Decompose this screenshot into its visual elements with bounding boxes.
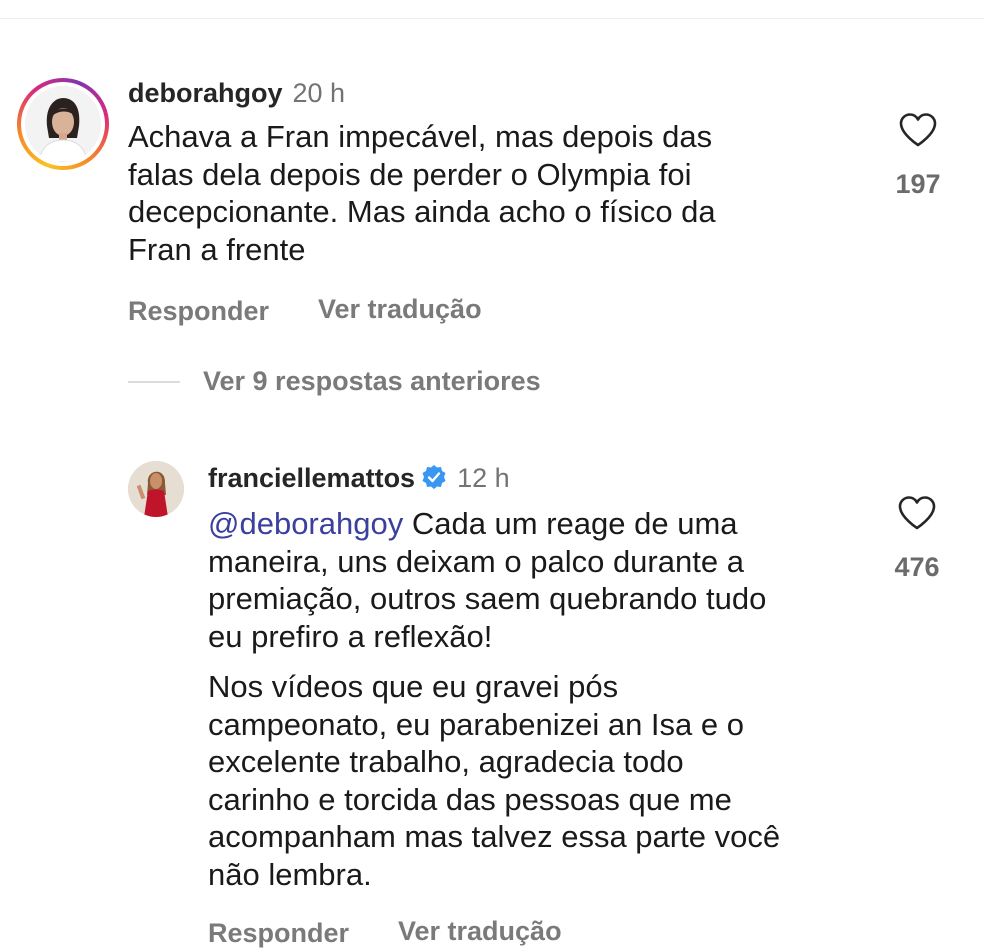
avatar-woman-red-dress-icon [128, 461, 184, 517]
comment-line: falas dela depois de perder o Olympia fo… [128, 156, 692, 192]
like-count: 476 [894, 552, 940, 582]
top-divider [0, 18, 984, 19]
translate-button[interactable]: Ver tradução [318, 294, 482, 325]
reply-line: acompanham mas talvez essa parte você [208, 819, 781, 854]
comment-time: 20 h [292, 78, 346, 108]
reply-line: carinho e torcida das pessoas que me [208, 781, 732, 817]
reply-username[interactable]: franciellemattos 12 h [208, 462, 510, 494]
reply-line: excelente trabalho, agradecia todo [208, 744, 684, 779]
username-text[interactable]: franciellemattos [208, 463, 415, 493]
heart-icon[interactable] [897, 495, 937, 531]
mention-link[interactable]: @deborahgoy [208, 506, 403, 541]
comment-username[interactable]: deborahgoy 20 h [128, 77, 345, 109]
reply-line-rest: Cada um reage de uma [403, 506, 738, 541]
replies-divider [128, 381, 180, 383]
comment-line: Achava a Fran impecável, mas depois das [128, 119, 713, 154]
reply-line: eu prefiro a reflexão! [208, 618, 493, 654]
reply-body-paragraph-2: Nos vídeos que eu gravei pós campeonato,… [208, 668, 780, 893]
avatar-deborahgoy[interactable] [25, 86, 101, 162]
like-count: 197 [895, 169, 941, 199]
reply-time: 12 h [457, 463, 510, 493]
heart-icon[interactable] [898, 112, 938, 148]
translate-button[interactable]: Ver tradução [398, 916, 562, 947]
reply-line: campeonato, eu parabenizei an Isa e o [208, 706, 744, 742]
reply-body: @deborahgoy Cada um reage de uma maneira… [208, 505, 766, 655]
reply-line: não lembra. [208, 856, 372, 892]
reply-button[interactable]: Responder [128, 296, 269, 327]
comment-line: Fran a frente [128, 231, 306, 267]
avatar-woman-icon [25, 86, 101, 162]
reply-line: maneira, uns deixam o palco durante a [208, 543, 744, 579]
reply-line-first: @deborahgoy Cada um reage de uma [208, 505, 766, 543]
username-text[interactable]: deborahgoy [128, 78, 283, 108]
comment-line: decepcionante. Mas ainda acho o físico d… [128, 194, 716, 229]
comment-body: Achava a Fran impecável, mas depois das … [128, 118, 716, 268]
avatar-franciellemattos[interactable] [128, 461, 184, 517]
view-replies-button[interactable]: Ver 9 respostas anteriores [203, 366, 541, 397]
reply-line: Nos vídeos que eu gravei pós [208, 669, 619, 704]
verified-badge-icon [422, 465, 446, 489]
reply-button[interactable]: Responder [208, 918, 349, 949]
reply-line: premiação, outros saem quebrando tudo [208, 581, 767, 616]
